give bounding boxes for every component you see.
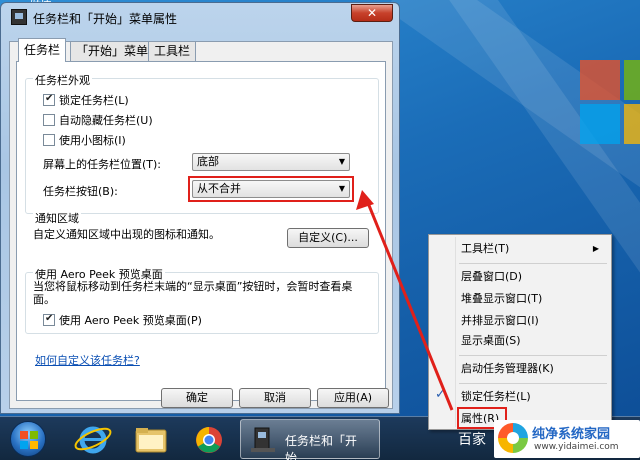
appearance-group-title: 任务栏外观 <box>33 72 92 88</box>
small-icons-checkbox[interactable]: 使用小图标(I) <box>43 132 126 148</box>
menu-item-lock-taskbar[interactable]: 锁定任务栏(L) <box>431 387 609 407</box>
taskbar-right-text: 百家 <box>458 432 486 448</box>
menu-separator <box>459 383 607 384</box>
close-icon: ✕ <box>366 6 378 20</box>
chevron-down-icon: ▼ <box>338 157 345 166</box>
auto-hide-checkbox[interactable]: 自动隐藏任务栏(U) <box>43 112 153 128</box>
start-button[interactable] <box>10 421 46 457</box>
taskbar-position-value: 底部 <box>197 155 219 168</box>
folder-icon <box>135 428 167 453</box>
tab-start-menu[interactable]: 「开始」菜单 <box>70 41 155 61</box>
aero-peek-description: 当您将鼠标移动到任务栏末端的“显示桌面”按钮时，会暂时查看桌面。 <box>33 280 353 306</box>
tab-taskbar[interactable]: 任务栏 <box>18 38 67 62</box>
watermark-title: 纯净系统家园 <box>532 427 611 442</box>
dialog-titlebar[interactable]: 任务栏和「开始」菜单属性 ✕ <box>1 3 399 31</box>
menu-item-toolbars[interactable]: 工具栏(T) ▶ <box>431 239 609 259</box>
taskbar-properties-icon <box>251 427 275 452</box>
menu-item-label: 锁定任务栏(L) <box>461 390 531 403</box>
lock-taskbar-checkbox[interactable]: 锁定任务栏(L) <box>43 92 129 108</box>
notification-group-title: 通知区域 <box>33 210 81 226</box>
menu-separator <box>459 355 607 356</box>
checkbox-checked-icon <box>43 93 55 106</box>
watermark: 纯净系统家园 www.yidaimei.com <box>494 420 640 458</box>
taskbar-position-label: 屏幕上的任务栏位置(T): <box>43 158 162 171</box>
menu-separator <box>459 263 607 264</box>
small-icons-label: 使用小图标(I) <box>59 134 126 147</box>
notification-description: 自定义通知区域中出现的图标和通知。 <box>33 228 220 241</box>
submenu-arrow-icon: ▶ <box>592 244 599 253</box>
tab-toolbars[interactable]: 工具栏 <box>148 41 197 61</box>
menu-item-stack[interactable]: 堆叠显示窗口(T) <box>431 289 609 309</box>
windows-flag-icon <box>20 431 38 449</box>
auto-hide-label: 自动隐藏任务栏(U) <box>59 114 153 127</box>
checkbox-checked-icon <box>43 313 55 326</box>
dialog-title: 任务栏和「开始」菜单属性 <box>33 12 178 26</box>
lock-taskbar-label: 锁定任务栏(L) <box>59 94 129 107</box>
tab-content-taskbar: 任务栏外观 锁定任务栏(L) 自动隐藏任务栏(U) 使用小图标(I) 屏幕上的任… <box>16 61 386 401</box>
taskbar-position-select[interactable]: 底部 ▼ <box>192 153 350 171</box>
menu-item-show-desktop[interactable]: 显示桌面(S) <box>431 331 609 351</box>
menu-item-label: 工具栏(T) <box>461 242 510 255</box>
checkmark-icon: ✓ <box>435 387 446 402</box>
cancel-button[interactable]: 取消 <box>239 388 311 408</box>
aero-peek-checkbox[interactable]: 使用 Aero Peek 预览桌面(P) <box>43 312 202 328</box>
watermark-logo-icon <box>498 423 528 453</box>
taskbar-properties-icon <box>11 9 27 25</box>
aero-peek-label: 使用 Aero Peek 预览桌面(P) <box>59 314 202 327</box>
customize-button[interactable]: 自定义(C)... <box>287 228 369 248</box>
ok-button[interactable]: 确定 <box>161 388 233 408</box>
red-highlight-box <box>188 176 354 202</box>
watermark-url: www.yidaimei.com <box>534 442 619 452</box>
menu-item-cascade[interactable]: 层叠窗口(D) <box>431 267 609 287</box>
taskbar-explorer-button[interactable] <box>124 420 178 458</box>
apply-button[interactable]: 应用(A) <box>317 388 389 408</box>
taskbar-buttons-label: 任务栏按钮(B): <box>43 185 118 198</box>
dialog-panel: 任务栏 「开始」菜单 工具栏 任务栏外观 锁定任务栏(L) 自动隐藏任务栏(U)… <box>9 38 393 409</box>
close-button[interactable]: ✕ <box>351 4 393 22</box>
menu-item-side-by-side[interactable]: 并排显示窗口(I) <box>431 311 609 331</box>
checkbox-unchecked-icon <box>43 134 55 146</box>
internet-explorer-icon <box>74 426 112 454</box>
taskbar-active-window-button[interactable]: 任务栏和「开始... <box>240 419 380 460</box>
taskbar-properties-dialog: 任务栏和「开始」菜单属性 ✕ 任务栏 「开始」菜单 工具栏 任务栏外观 锁定任务… <box>0 2 400 414</box>
help-link[interactable]: 如何自定义该任务栏? <box>35 352 140 368</box>
chrome-icon <box>196 427 222 453</box>
checkbox-unchecked-icon <box>43 114 55 126</box>
windows-logo-icon <box>580 60 640 150</box>
taskbar-chrome-button[interactable] <box>182 420 236 458</box>
menu-item-task-manager[interactable]: 启动任务管理器(K) <box>431 359 609 379</box>
taskbar-context-menu: 工具栏(T) ▶ 层叠窗口(D) 堆叠显示窗口(T) 并排显示窗口(I) 显示桌… <box>428 234 612 430</box>
active-window-label: 任务栏和「开始... <box>285 434 358 460</box>
taskbar-ie-button[interactable] <box>66 420 120 458</box>
